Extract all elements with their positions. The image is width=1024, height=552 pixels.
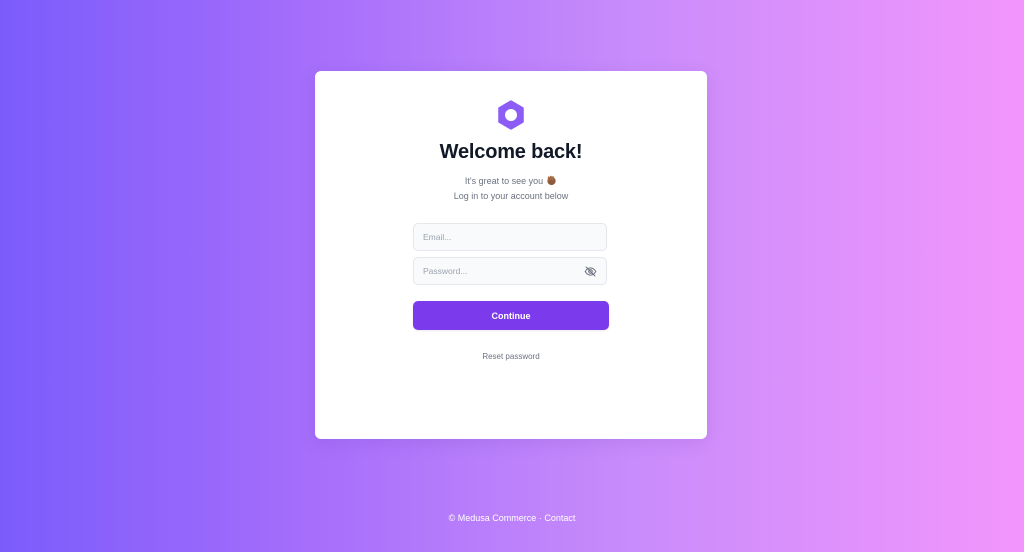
footer-separator: · — [538, 513, 542, 523]
medusa-logo-icon — [498, 100, 524, 130]
eye-off-icon[interactable] — [584, 265, 597, 278]
waving-hand-emoji — [547, 175, 556, 186]
reset-password-link[interactable]: Reset password — [315, 352, 707, 361]
login-card: Welcome back! It's great to see you Log … — [315, 71, 707, 439]
password-field-container — [413, 257, 607, 285]
subtitle-greeting-text: It's great to see you — [464, 176, 544, 186]
password-field[interactable] — [414, 258, 606, 284]
email-field[interactable] — [414, 224, 606, 250]
page-title: Welcome back! — [439, 141, 583, 163]
subtitle-instruction: Log in to your account below — [453, 191, 569, 201]
footer-copyright: © Medusa Commerce — [448, 513, 537, 523]
continue-button[interactable]: Continue — [413, 301, 609, 330]
contact-link[interactable]: Contact — [544, 513, 575, 523]
email-field-container — [413, 223, 607, 251]
footer: © Medusa Commerce · Contact — [0, 513, 1024, 523]
subtitle-greeting: It's great to see you — [315, 175, 707, 186]
